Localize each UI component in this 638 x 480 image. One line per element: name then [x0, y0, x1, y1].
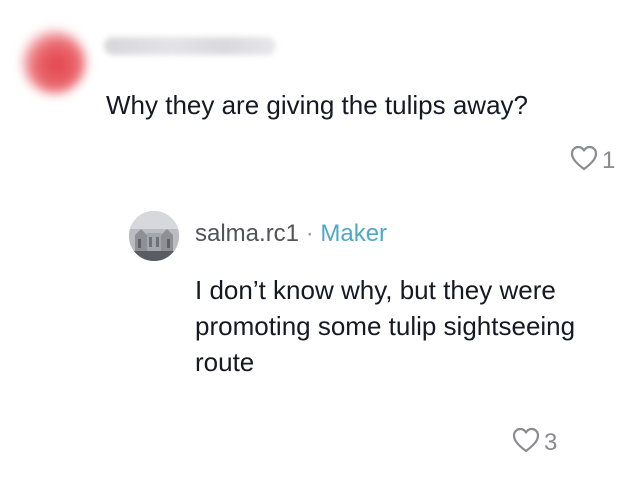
like-button[interactable]: 1	[570, 145, 615, 176]
separator-dot: ·	[299, 220, 321, 247]
like-count: 1	[602, 146, 616, 174]
username-blurred[interactable]	[104, 37, 276, 55]
avatar[interactable]	[129, 211, 179, 261]
comment-text: Why they are giving the tulips away?	[106, 90, 528, 120]
reply-like-button[interactable]: 3	[512, 427, 557, 458]
reply-header: salma.rc1 · Maker	[195, 220, 387, 248]
avatar-blurred[interactable]	[22, 30, 86, 94]
creator-badge: Maker	[320, 220, 388, 247]
reply-text: I don’t know why, but they were promotin…	[195, 275, 576, 377]
reply-username[interactable]: salma.rc1	[195, 220, 299, 247]
heart-outline-icon[interactable]	[570, 145, 598, 176]
heart-outline-icon[interactable]	[512, 427, 540, 458]
reply-like-count: 3	[544, 428, 558, 456]
